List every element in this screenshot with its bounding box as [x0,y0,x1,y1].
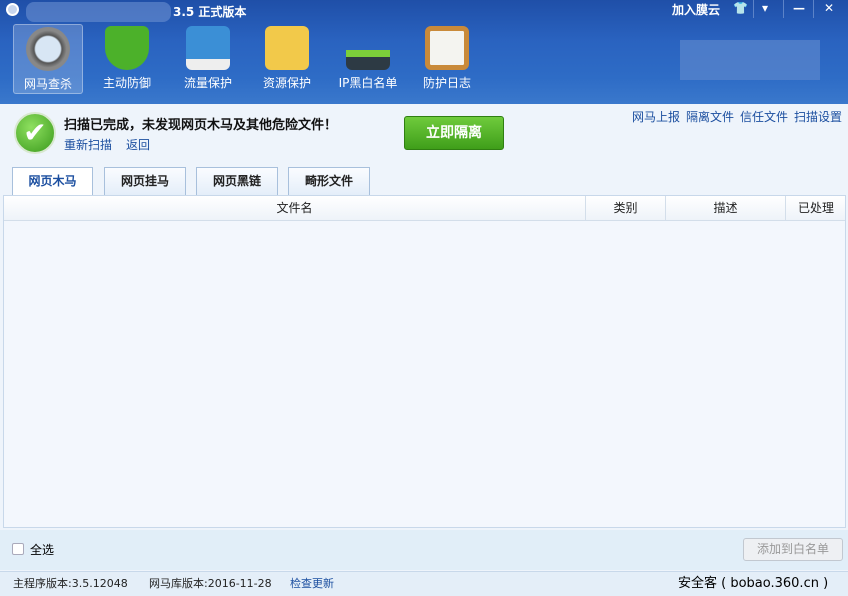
scan-icon [26,27,70,71]
isolate-button[interactable]: 立即隔离 [404,116,504,150]
link-trusted[interactable]: 信任文件 [740,110,788,124]
minimize-button[interactable]: — [793,1,805,15]
col-description[interactable]: 描述 [666,196,786,221]
results-table[interactable]: 文件名 类别 描述 已处理 [3,195,846,528]
nav-trojan-scan[interactable]: 网马查杀 [13,24,83,94]
top-links: 网马上报隔离文件信任文件扫描设置 [626,108,842,125]
col-category[interactable]: 类别 [586,196,666,221]
select-all-label[interactable]: 全选 [30,541,54,558]
link-report[interactable]: 网马上报 [632,110,680,124]
add-whitelist-button[interactable]: 添加到白名单 [743,538,843,561]
tab-black-link[interactable]: 网页黑链 [196,167,278,195]
blurred-area [680,40,820,80]
back-link[interactable]: 返回 [126,138,150,152]
nav-label: 防护日志 [412,74,482,91]
divider [783,0,784,18]
nav-active-defense[interactable]: 主动防御 [92,24,162,94]
rescan-link[interactable]: 重新扫描 [64,138,112,152]
app-logo-icon [6,3,19,16]
router-icon [346,26,390,70]
nav-label: 资源保护 [252,74,322,91]
nav-label: 主动防御 [92,74,162,91]
folder-check-icon [265,26,309,70]
table-header: 文件名 类别 描述 已处理 [4,196,845,221]
link-scan-settings[interactable]: 扫描设置 [794,110,842,124]
nav-label: 流量保护 [173,74,243,91]
check-update-link[interactable]: 检查更新 [290,572,334,596]
divider [813,0,814,18]
nav-resource-protect[interactable]: 资源保护 [252,24,322,94]
close-button[interactable]: ✕ [824,1,834,15]
col-filename[interactable]: 文件名 [4,196,586,221]
nav-label: 网马查杀 [14,75,82,92]
nav-label: IP黑白名单 [332,74,404,91]
clipboard-icon [425,26,469,70]
bottom-bar [0,530,848,570]
shield-icon [105,26,149,70]
nav-ip-list[interactable]: IP黑白名单 [332,24,404,94]
window-title: 3.5 正式版本 [173,3,246,20]
db-version: 网马库版本:2016-11-28 [149,572,272,596]
divider [753,0,754,18]
tab-malformed[interactable]: 畸形文件 [288,167,370,195]
check-icon: ✔ [14,112,56,154]
status-message: 扫描已完成，未发现网页木马及其他危险文件！ [64,114,337,133]
header: 3.5 正式版本 加入膜云 👕 ▾ — ✕ 网马查杀 主动防御 流量保护 资源保… [0,0,848,104]
shirt-icon[interactable]: 👕 [733,1,748,15]
nav-traffic-protect[interactable]: 流量保护 [173,24,243,94]
watermark: 安全客 ( bobao.360.cn ) [678,572,828,596]
nav-protect-log[interactable]: 防护日志 [412,24,482,94]
main-version: 主程序版本:3.5.12048 [13,572,128,596]
tab-web-hang[interactable]: 网页挂马 [104,167,186,195]
join-cloud-link[interactable]: 加入膜云 [672,1,720,18]
footer: 主程序版本:3.5.12048 网马库版本:2016-11-28 检查更新 安全… [0,571,848,596]
col-processed[interactable]: 已处理 [786,196,846,221]
monitor-chart-icon [186,26,230,70]
blurred-title [26,2,171,22]
tab-web-trojan[interactable]: 网页木马 [12,167,93,196]
link-quarantine[interactable]: 隔离文件 [686,110,734,124]
menu-icon[interactable]: ▾ [762,1,768,15]
select-all-checkbox[interactable] [12,543,24,555]
